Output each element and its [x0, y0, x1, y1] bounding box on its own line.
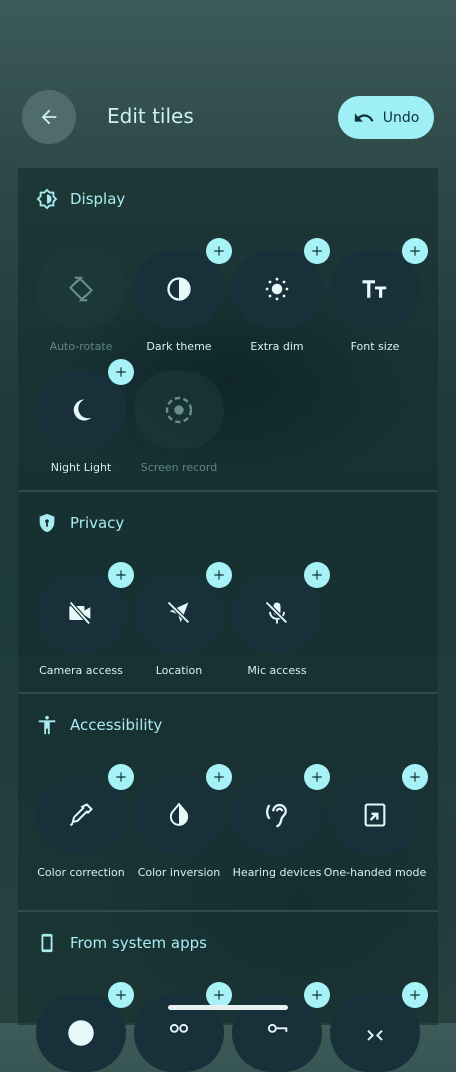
undo-icon — [354, 112, 374, 122]
tile-label: Font size — [350, 340, 400, 353]
add-tile-button[interactable] — [108, 764, 134, 790]
tile-label: Location — [155, 664, 203, 677]
tile-button[interactable] — [36, 250, 126, 328]
tile-label: Color correction — [37, 866, 125, 879]
add-tile-button[interactable] — [206, 562, 232, 588]
tile-label: Dark theme — [146, 340, 212, 353]
app-icon — [169, 1023, 189, 1033]
add-tile-button[interactable] — [206, 238, 232, 264]
header: Edit tiles Undo — [0, 0, 456, 165]
app-icon — [367, 1030, 383, 1041]
add-tile-button[interactable] — [108, 359, 134, 385]
brightness-icon — [36, 188, 58, 210]
plus-icon — [116, 570, 126, 580]
tile-label: Mic access — [247, 664, 307, 677]
arrow-back-icon — [41, 109, 57, 125]
section-title: From system apps — [70, 934, 207, 952]
plus-icon — [116, 367, 126, 377]
plus-icon — [410, 772, 420, 782]
tile-label: One-handed mode — [323, 866, 427, 879]
tile-button[interactable] — [232, 776, 322, 854]
plus-icon — [410, 990, 420, 1000]
tile-button[interactable] — [330, 994, 420, 1072]
phone-icon — [36, 932, 58, 954]
tile-button[interactable] — [134, 250, 224, 328]
extra-dim-icon — [265, 277, 289, 301]
location-off-icon — [167, 601, 190, 624]
tile-button[interactable] — [232, 250, 322, 328]
plus-icon — [214, 246, 224, 256]
plus-icon — [312, 246, 322, 256]
tile-button[interactable] — [36, 371, 126, 449]
camera-off-icon — [68, 601, 91, 625]
undo-label: Undo — [382, 109, 420, 126]
section-header: Accessibility — [36, 714, 162, 736]
plus-icon — [214, 570, 224, 580]
tile-button[interactable] — [36, 994, 126, 1072]
plus-icon — [116, 990, 126, 1000]
add-tile-button[interactable] — [108, 562, 134, 588]
eyedropper-icon — [69, 803, 93, 827]
tile-label: Auto-rotate — [49, 340, 113, 353]
section-header: From system apps — [36, 932, 207, 954]
back-button[interactable] — [22, 90, 76, 144]
tile-label: Screen record — [140, 461, 218, 474]
section-accessibility: Accessibility Color correction Color inv… — [18, 692, 438, 910]
section-header: Display — [36, 188, 125, 210]
tile-label: Camera access — [39, 664, 123, 677]
page-title: Edit tiles — [107, 104, 194, 128]
tile-button[interactable] — [36, 574, 126, 652]
plus-icon — [410, 246, 420, 256]
accessibility-icon — [36, 714, 58, 736]
screen-record-icon — [165, 396, 193, 424]
add-tile-button[interactable] — [206, 764, 232, 790]
tile-button[interactable] — [330, 776, 420, 854]
add-tile-button[interactable] — [402, 238, 428, 264]
tile-button[interactable] — [36, 776, 126, 854]
section-header: Privacy — [36, 512, 124, 534]
divider — [18, 162, 438, 165]
section-title: Accessibility — [70, 716, 163, 734]
tile-label: Night Light — [50, 461, 112, 474]
app-icon — [68, 1020, 94, 1046]
home-indicator[interactable] — [168, 1005, 288, 1010]
tile-label: Hearing devices — [232, 866, 322, 879]
hearing-icon — [266, 803, 287, 828]
add-tile-button[interactable] — [304, 238, 330, 264]
tile-button[interactable] — [134, 371, 224, 449]
tile-button[interactable] — [134, 574, 224, 652]
add-tile-button[interactable] — [108, 982, 134, 1008]
undo-button[interactable]: Undo — [338, 96, 434, 139]
font-size-icon — [362, 280, 387, 298]
night-light-icon — [73, 399, 92, 421]
plus-icon — [312, 772, 322, 782]
add-tile-button[interactable] — [304, 982, 330, 1008]
plus-icon — [312, 570, 322, 580]
plus-icon — [312, 990, 322, 1000]
section-display: Display Auto-rotate Dark theme Extra dim… — [18, 166, 438, 490]
tile-button[interactable] — [330, 250, 420, 328]
one-handed-icon — [364, 803, 386, 827]
tile-label: Extra dim — [250, 340, 304, 353]
dark-theme-icon — [167, 277, 191, 301]
shield-icon — [36, 512, 58, 534]
key-icon — [267, 1023, 288, 1033]
plus-icon — [214, 772, 224, 782]
section-privacy: Privacy Camera access Location Mic acces… — [18, 490, 438, 692]
tile-label: Color inversion — [137, 866, 221, 879]
tile-button[interactable] — [134, 776, 224, 854]
plus-icon — [214, 990, 224, 1000]
color-inversion-icon — [169, 802, 189, 826]
section-title: Privacy — [70, 514, 125, 532]
add-tile-button[interactable] — [402, 764, 428, 790]
add-tile-button[interactable] — [304, 764, 330, 790]
tile-button[interactable] — [232, 574, 322, 652]
section-title: Display — [70, 190, 126, 208]
add-tile-button[interactable] — [304, 562, 330, 588]
plus-icon — [116, 772, 126, 782]
auto-rotate-icon — [68, 276, 94, 302]
mic-off-icon — [265, 601, 288, 624]
add-tile-button[interactable] — [402, 982, 428, 1008]
